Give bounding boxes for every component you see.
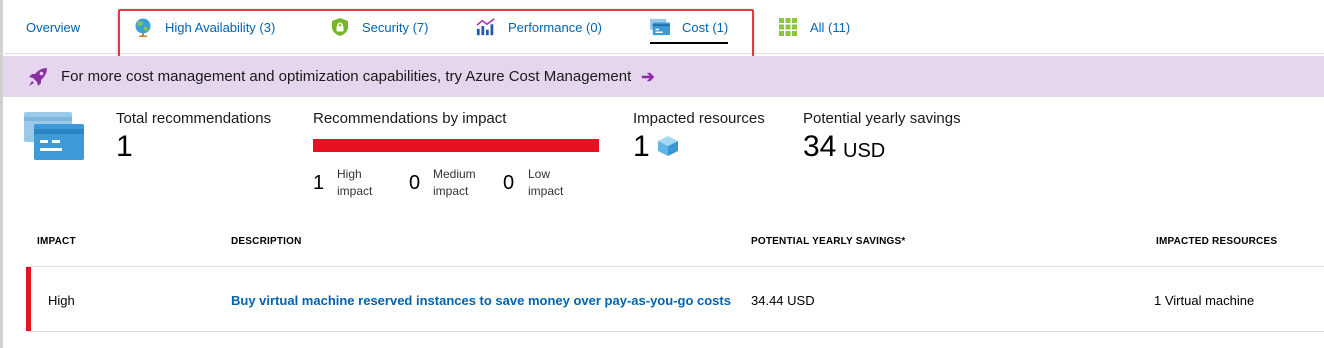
impacted-resources-label: Impacted resources	[633, 110, 765, 127]
potential-savings-unit: USD	[843, 140, 886, 162]
column-header-savings[interactable]: POTENTIAL YEARLY SAVINGS*	[751, 236, 905, 247]
tab-all-label: All (11)	[810, 19, 851, 35]
cost-card-large-icon	[24, 112, 84, 160]
row-resources: 1 Virtual machine	[1154, 293, 1255, 308]
potential-savings-value: 34	[803, 130, 837, 163]
impacted-resources-value: 1	[633, 130, 650, 163]
column-header-description[interactable]: DESCRIPTION	[231, 236, 302, 247]
column-header-resources[interactable]: IMPACTED RESOURCES	[1156, 236, 1277, 247]
medium-impact-label: Medium impact	[433, 167, 476, 198]
tab-high-availability[interactable]: High Availability (3)	[133, 0, 275, 54]
banner-text: For more cost management and optimizatio…	[61, 68, 632, 85]
tab-cost[interactable]: Cost (1)	[650, 0, 729, 54]
high-impact-indicator	[26, 267, 31, 331]
tab-overview[interactable]: Overview	[26, 0, 80, 54]
impact-distribution-bar	[313, 139, 599, 152]
tab-high-availability-label: High Availability (3)	[165, 19, 276, 35]
high-impact-label: High impact	[337, 167, 373, 198]
total-recommendations-label: Total recommendations	[116, 110, 272, 127]
globe-icon	[133, 17, 153, 37]
row-savings: 34.44 USD	[751, 293, 815, 308]
grid-icon	[778, 17, 798, 37]
tab-security-label: Security (7)	[362, 19, 429, 35]
table-row[interactable]: High Buy virtual machine reserved instan…	[26, 266, 1324, 332]
recommendations-by-impact-label: Recommendations by impact	[313, 110, 507, 127]
tab-bar: Overview High Availability (3) Security …	[0, 0, 1324, 54]
cube-icon	[656, 134, 680, 158]
arrow-right-icon: ➔	[641, 68, 655, 86]
potential-savings-label: Potential yearly savings	[803, 110, 961, 127]
performance-chart-icon	[476, 17, 496, 37]
cost-card-icon	[650, 17, 670, 37]
medium-impact-count: 0	[409, 172, 421, 194]
tab-performance[interactable]: Performance (0)	[476, 0, 602, 54]
tab-overview-label: Overview	[26, 19, 81, 35]
row-description-link[interactable]: Buy virtual machine reserved instances t…	[231, 293, 731, 308]
shield-lock-icon	[330, 17, 350, 37]
total-recommendations-value: 1	[116, 130, 133, 163]
low-impact-count: 0	[503, 172, 515, 194]
low-impact-label: Low impact	[528, 167, 564, 198]
tab-security[interactable]: Security (7)	[330, 0, 428, 54]
cost-management-banner[interactable]: For more cost management and optimizatio…	[3, 56, 1324, 97]
tab-cost-label: Cost (1)	[682, 19, 729, 35]
high-impact-count: 1	[313, 172, 325, 194]
tab-performance-label: Performance (0)	[508, 19, 602, 35]
tab-all[interactable]: All (11)	[778, 0, 850, 54]
row-impact: High	[48, 293, 75, 308]
rocket-icon	[27, 66, 49, 88]
column-header-impact[interactable]: IMPACT	[37, 236, 76, 247]
